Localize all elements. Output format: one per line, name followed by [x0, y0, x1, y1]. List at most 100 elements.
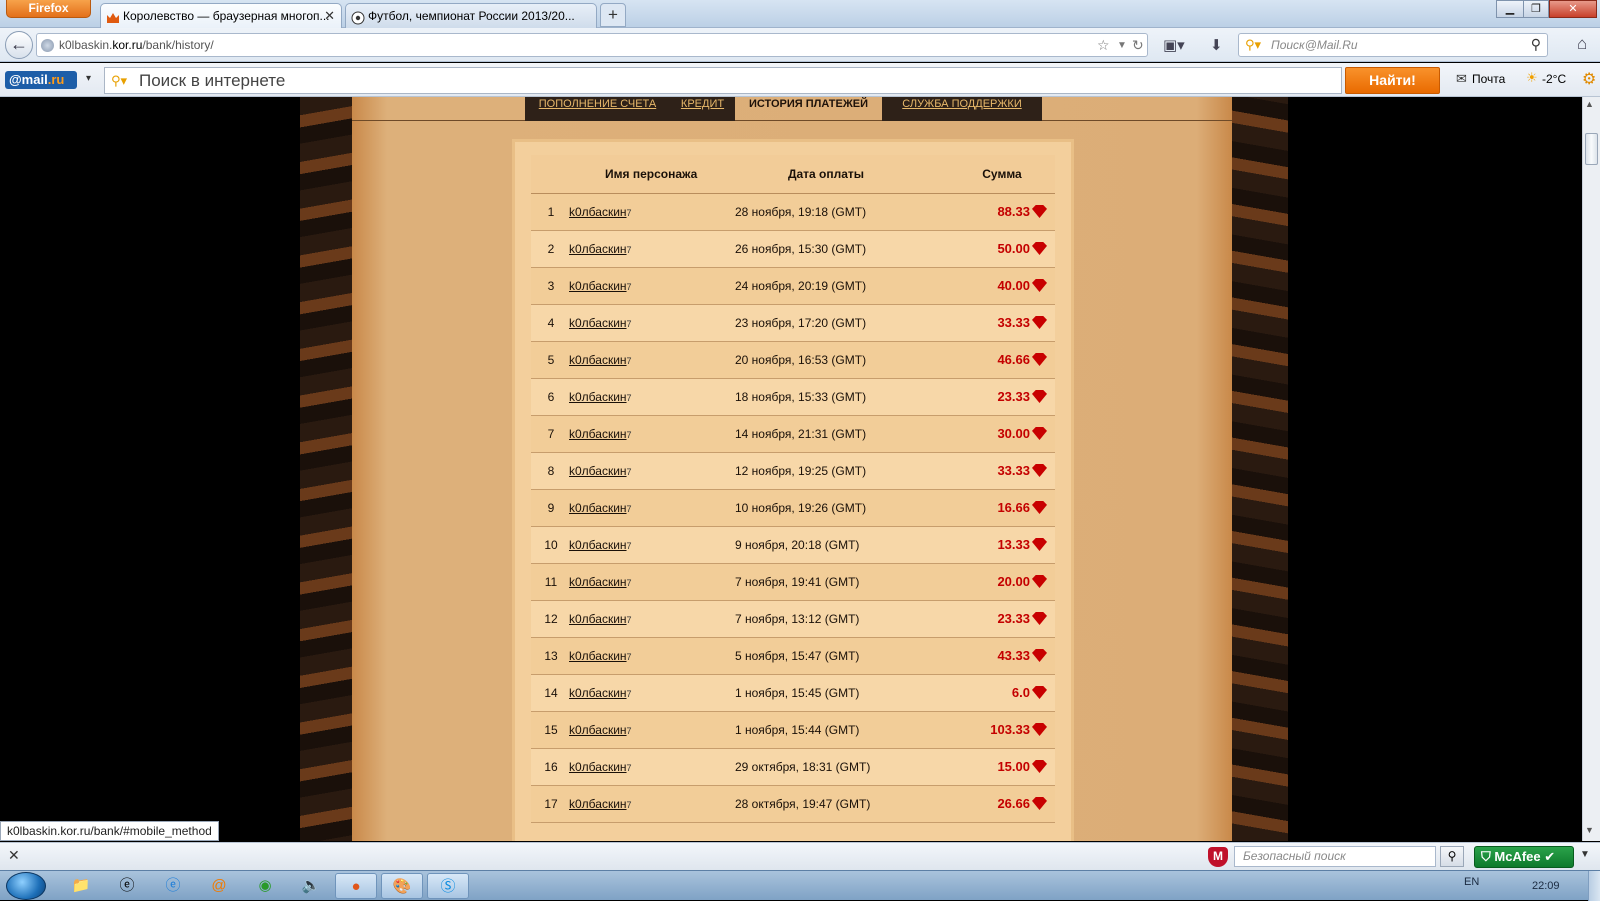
input-language[interactable]: EN	[1464, 876, 1479, 888]
mailru-logo[interactable]: @mail.ru	[5, 71, 77, 89]
character-cell: k0лбаскин7	[567, 304, 727, 342]
mail-link[interactable]: Почта	[1472, 72, 1505, 86]
character-link[interactable]: k0лбаскин	[569, 390, 627, 404]
ie-icon[interactable]: ⓔ	[108, 873, 146, 899]
character-link[interactable]: k0лбаскин	[569, 427, 627, 441]
tab-kingdom[interactable]: Королевство — браузерная многоп... ✕	[100, 3, 342, 28]
scroll-thumb[interactable]	[1585, 133, 1598, 165]
character-link[interactable]: k0лбаскин	[569, 205, 627, 219]
paint-icon[interactable]: 🎨	[381, 873, 423, 899]
mailru-toolbar: @mail.ru ▾ ⚲▾ Поиск в интернете Найти! ✉…	[0, 63, 1600, 97]
character-link[interactable]: k0лбаскин	[569, 797, 627, 811]
close-window-button[interactable]: ✕	[1549, 0, 1597, 18]
payment-sum-cell: 103.33	[917, 711, 1055, 749]
envelope-icon: ✉	[1456, 71, 1467, 86]
ruby-icon	[1032, 612, 1047, 625]
character-level: 7	[626, 207, 632, 218]
download-icon[interactable]: ⬇	[1210, 36, 1223, 54]
mcafee-shield-icon[interactable]: M	[1208, 847, 1228, 867]
character-link[interactable]: k0лбаскин	[569, 501, 627, 515]
explorer-icon[interactable]: 📁	[62, 873, 100, 899]
start-button[interactable]	[6, 872, 46, 900]
reload-icon[interactable]: ↻	[1132, 37, 1144, 54]
payment-sum: 33.33	[997, 315, 1030, 330]
table-row: 8 k0лбаскин7 12 ноября, 19:25 (GMT) 33.33	[531, 452, 1055, 490]
home-icon[interactable]: ⌂	[1577, 34, 1587, 54]
chevron-down-icon[interactable]: ▼	[1580, 849, 1590, 860]
weather-temperature[interactable]: -2°C	[1542, 72, 1566, 86]
scroll-down-arrow-icon[interactable]: ▼	[1585, 825, 1594, 835]
row-number: 13	[531, 637, 567, 675]
character-link[interactable]: k0лбаскин	[569, 575, 627, 589]
character-cell: k0лбаскин7	[567, 526, 727, 564]
character-link[interactable]: k0лбаскин	[569, 612, 627, 626]
payment-sum-cell: 33.33	[917, 304, 1055, 342]
search-icon[interactable]: ⚲	[1531, 36, 1541, 53]
row-number: 7	[531, 415, 567, 453]
close-icon[interactable]: ✕	[8, 847, 20, 864]
volume-icon[interactable]: 🔈	[292, 873, 330, 899]
tab-support[interactable]: Служба поддержки	[882, 97, 1042, 121]
character-cell: k0лбаскин7	[567, 267, 727, 305]
scroll-up-arrow-icon[interactable]: ▲	[1585, 99, 1594, 109]
payment-sum: 30.00	[997, 426, 1030, 441]
payment-sum-cell: 46.66	[917, 341, 1055, 379]
minimize-button[interactable]: ▁	[1496, 0, 1524, 18]
character-link[interactable]: k0лбаскин	[569, 538, 627, 552]
chrome-icon[interactable]: ◉	[246, 873, 284, 899]
payment-date: 14 ноября, 21:31 (GMT)	[727, 415, 917, 453]
character-link[interactable]: k0лбаскин	[569, 316, 627, 330]
character-level: 7	[626, 244, 632, 255]
table-row: 12 k0лбаскин7 7 ноября, 13:12 (GMT) 23.33	[531, 600, 1055, 638]
character-link[interactable]: k0лбаскин	[569, 242, 627, 256]
character-link[interactable]: k0лбаскин	[569, 723, 627, 737]
skype-icon[interactable]: Ⓢ	[427, 873, 469, 899]
payment-sum-cell: 50.00	[917, 230, 1055, 268]
firefox-menu-button[interactable]: Firefox	[6, 0, 91, 18]
payment-sum: 23.33	[997, 611, 1030, 626]
mailru-search-field[interactable]: ⚲▾ Поиск@Mail.Ru ⚲	[1238, 33, 1548, 57]
payment-date: 10 ноября, 19:26 (GMT)	[727, 489, 917, 527]
character-link[interactable]: k0лбаскин	[569, 686, 627, 700]
character-link[interactable]: k0лбаскин	[569, 649, 627, 663]
character-link[interactable]: k0лбаскин	[569, 279, 627, 293]
search-icon[interactable]: ⚲	[1440, 846, 1464, 867]
bookmark-star-icon[interactable]: ☆	[1097, 37, 1110, 54]
column-header-character: Имя персонажа	[567, 155, 727, 194]
character-cell: k0лбаскин7	[567, 341, 727, 379]
mail-agent-icon[interactable]: @	[200, 873, 238, 899]
tab-football[interactable]: Футбол, чемпионат России 2013/20...	[345, 3, 597, 28]
system-clock[interactable]: 22:09	[1532, 880, 1560, 892]
safe-search-input[interactable]: Безопасный поиск	[1234, 846, 1436, 867]
tab-credit[interactable]: Кредит	[670, 97, 735, 121]
table-body: 1 k0лбаскин7 28 ноября, 19:18 (GMT) 88.33 2 k…	[531, 193, 1055, 823]
character-link[interactable]: k0лбаскин	[569, 464, 627, 478]
character-cell: k0лбаскин7	[567, 711, 727, 749]
tab-payment-history[interactable]: История платежей	[735, 97, 882, 121]
bookmarks-menu-icon[interactable]: ▣▾	[1163, 36, 1185, 54]
character-link[interactable]: k0лбаскин	[569, 353, 627, 367]
gear-icon[interactable]: ⚙	[1582, 69, 1596, 89]
search-engine-icon[interactable]: ⚲▾	[111, 73, 127, 89]
show-desktop-button[interactable]	[1588, 871, 1600, 901]
payment-date: 9 ноября, 20:18 (GMT)	[727, 526, 917, 564]
payment-date: 1 ноября, 15:45 (GMT)	[727, 674, 917, 712]
new-tab-button[interactable]: +	[600, 3, 626, 27]
vertical-scrollbar[interactable]: ▲ ▼	[1582, 97, 1600, 841]
chevron-down-icon[interactable]: ▼	[1117, 40, 1127, 51]
back-button[interactable]: ←	[5, 31, 33, 59]
mcafee-button[interactable]: ⛉ McAfee ✔	[1474, 846, 1574, 868]
url-bar[interactable]: k0lbaskin.kor.ru/bank/history/ ☆ ▼ ↻	[36, 33, 1148, 57]
find-button[interactable]: Найти!	[1345, 67, 1440, 94]
maximize-button[interactable]: ❐	[1523, 0, 1549, 18]
character-level: 7	[626, 799, 632, 810]
firefox-icon[interactable]: ●	[335, 873, 377, 899]
internet-search-input[interactable]: ⚲▾ Поиск в интернете	[104, 67, 1342, 94]
character-link[interactable]: k0лбаскин	[569, 760, 627, 774]
table-row: 9 k0лбаскин7 10 ноября, 19:26 (GMT) 16.66	[531, 489, 1055, 527]
chevron-down-icon[interactable]: ▾	[86, 73, 91, 84]
close-tab-icon[interactable]: ✕	[324, 4, 335, 28]
ie-icon[interactable]: ⓔ	[154, 873, 192, 899]
tab-deposit[interactable]: Пополнение счета	[525, 97, 670, 121]
mailru-search-engine-icon[interactable]: ⚲▾	[1245, 37, 1261, 53]
